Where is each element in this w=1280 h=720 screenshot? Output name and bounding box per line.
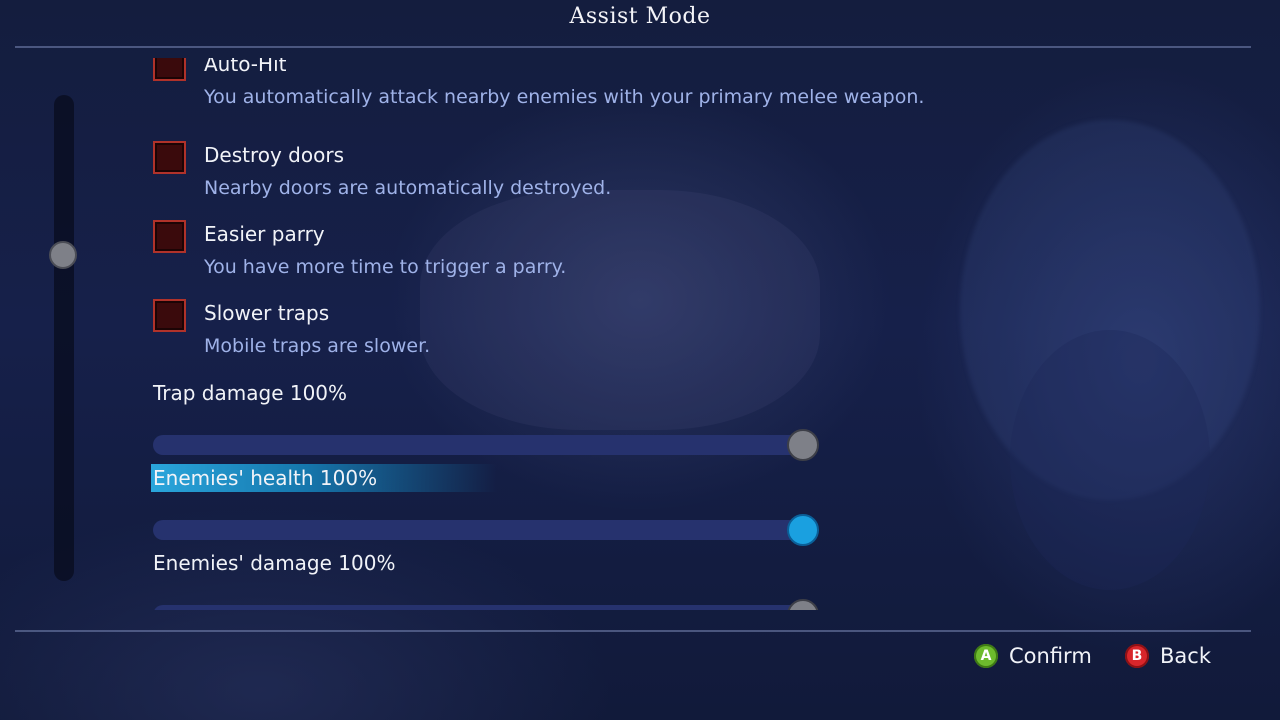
slider-track[interactable]: [153, 435, 803, 455]
back-label: Back: [1160, 644, 1211, 668]
option-description: You automatically attack nearby enemies …: [204, 86, 925, 108]
slider-knob[interactable]: [787, 429, 819, 461]
option-label: Auto-Hit: [204, 58, 287, 76]
back-hint[interactable]: B Back: [1125, 644, 1211, 668]
page-title: Assist Mode: [569, 4, 711, 29]
option-label: Easier parry: [204, 222, 325, 246]
auto-hit-checkbox[interactable]: [153, 58, 186, 81]
confirm-label: Confirm: [1009, 644, 1092, 668]
easier-parry-checkbox[interactable]: [153, 220, 186, 253]
confirm-hint[interactable]: A Confirm: [974, 644, 1092, 668]
slider-knob[interactable]: [787, 599, 819, 610]
option-label: Destroy doors: [204, 143, 344, 167]
option-description: Nearby doors are automatically destroyed…: [204, 177, 612, 199]
slower-traps-checkbox[interactable]: [153, 299, 186, 332]
footer-divider: [15, 630, 1251, 632]
option-description: You have more time to trigger a parry.: [204, 256, 567, 278]
header-divider: [15, 46, 1251, 48]
slider-track[interactable]: [153, 520, 803, 540]
slider-label: Enemies' damage 100%: [153, 551, 396, 575]
destroy-doors-checkbox[interactable]: [153, 141, 186, 174]
assist-options-list: Auto-Hit You automatically attack nearby…: [0, 58, 1280, 610]
slider-label: Trap damage 100%: [153, 381, 348, 405]
b-button-icon: B: [1125, 644, 1149, 668]
slider-track[interactable]: [153, 605, 803, 610]
option-label: Slower traps: [204, 301, 330, 325]
slider-knob[interactable]: [787, 514, 819, 546]
option-description: Mobile traps are slower.: [204, 335, 431, 357]
a-button-icon: A: [974, 644, 998, 668]
slider-label: Enemies' health 100%: [151, 464, 498, 492]
